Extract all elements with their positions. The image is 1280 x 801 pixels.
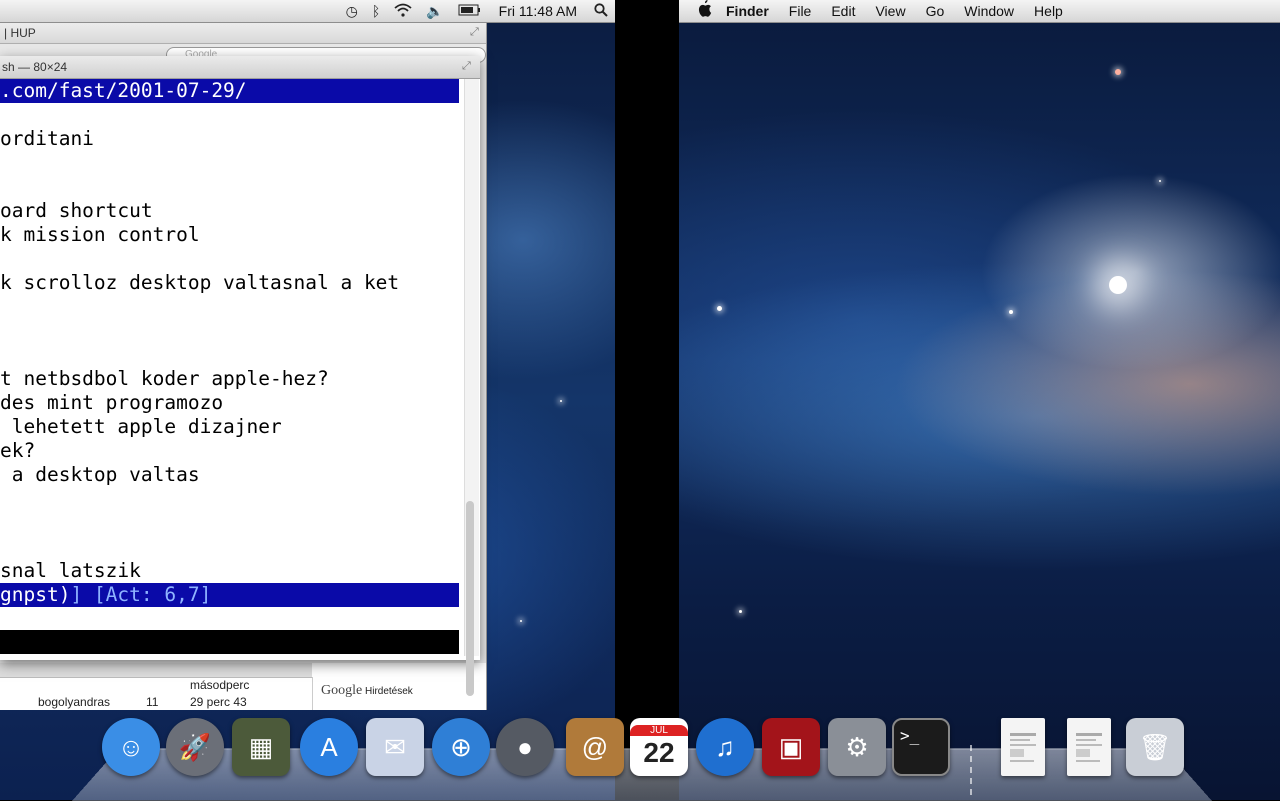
menu-go[interactable]: Go bbox=[926, 3, 945, 19]
terminal-line: ek? bbox=[0, 439, 36, 462]
star bbox=[520, 620, 522, 622]
menu-window[interactable]: Window bbox=[964, 3, 1014, 19]
display-gap bbox=[615, 0, 679, 800]
terminal-line: k mission control bbox=[0, 223, 200, 246]
star bbox=[1159, 180, 1161, 182]
row-user-link[interactable]: bogolyandras bbox=[38, 695, 110, 709]
menubar-left: ◷ ᛒ 🔈 Fri 11:48 AM bbox=[0, 0, 615, 23]
dock-photo-booth-icon[interactable]: ▣ bbox=[762, 718, 820, 776]
terminal-line: oard shortcut bbox=[0, 199, 153, 222]
row-time-2: 29 perc 43 bbox=[190, 695, 247, 709]
dock-document-1-icon[interactable] bbox=[1001, 718, 1045, 776]
dock-system-preferences-icon[interactable]: ⚙ bbox=[828, 718, 886, 776]
dock-app-store-icon[interactable]: A bbox=[300, 718, 358, 776]
star bbox=[560, 400, 562, 402]
menu-help[interactable]: Help bbox=[1034, 3, 1063, 19]
dock-trash-icon[interactable]: 🗑 bbox=[1126, 718, 1184, 776]
terminal-line: lehetett apple dizajner bbox=[0, 415, 282, 438]
fullscreen-icon[interactable]: ⤢ bbox=[470, 26, 479, 39]
terminal-line: snal latszik bbox=[0, 559, 141, 582]
dock-facetime-icon[interactable]: ● bbox=[496, 718, 554, 776]
bluetooth-icon[interactable]: ᛒ bbox=[372, 3, 380, 19]
terminal-scroll-thumb[interactable] bbox=[466, 501, 474, 696]
terminal-line: des mint programozo bbox=[0, 391, 224, 414]
menu-edit[interactable]: Edit bbox=[831, 3, 855, 19]
status-prefix: gnpst) bbox=[0, 583, 71, 606]
dock-calendar-icon[interactable]: JUL 22 bbox=[630, 718, 688, 776]
calendar-day: 22 bbox=[643, 736, 675, 768]
row-time: másodperc bbox=[190, 678, 250, 692]
status-act: ] [Act: 6,7] bbox=[70, 583, 212, 606]
terminal-line: a desktop valtas bbox=[0, 463, 200, 486]
apple-menu-icon[interactable] bbox=[697, 0, 712, 22]
dock-address-book-icon[interactable]: @ bbox=[566, 718, 624, 776]
dock-iphoto-icon[interactable]: ▦ bbox=[232, 718, 290, 776]
dock-terminal-icon[interactable]: >_ bbox=[892, 718, 950, 776]
menu-finder[interactable]: Finder bbox=[726, 3, 769, 19]
fullscreen-icon[interactable]: ⤢ bbox=[462, 60, 471, 73]
calendar-month: JUL bbox=[630, 724, 688, 736]
dock-safari-icon[interactable]: ⊕ bbox=[432, 718, 490, 776]
google-ads-box[interactable]: Google Hirdetések bbox=[312, 677, 452, 710]
star bbox=[1115, 69, 1121, 75]
menu-view[interactable]: View bbox=[875, 3, 905, 19]
desktop-wallpaper-right bbox=[679, 0, 1280, 800]
terminal-line: orditani bbox=[0, 127, 94, 150]
bright-star bbox=[1109, 276, 1127, 294]
terminal-line: t netbsdbol koder apple-hez? bbox=[0, 367, 329, 390]
browser-page-content: másodperc bogolyandras 11 29 perc 43 Goo… bbox=[0, 663, 486, 710]
row-count: 11 bbox=[146, 695, 159, 709]
terminal-status-line: gnpst)] [Act: 6,7] bbox=[0, 583, 459, 607]
dock-finder-icon[interactable]: ☺ bbox=[102, 718, 160, 776]
star bbox=[739, 610, 742, 613]
dock-mail-icon[interactable]: ✉ bbox=[366, 718, 424, 776]
terminal-window: sh — 80×24 ⤢ .com/fast/2001-07-29/ordita… bbox=[0, 56, 480, 696]
menubar-right: Finder File Edit View Go Window Help bbox=[679, 0, 1280, 23]
battery-icon[interactable] bbox=[458, 3, 482, 19]
star bbox=[1009, 310, 1013, 314]
google-ads-label: Hirdetések bbox=[365, 686, 413, 697]
terminal-input-line[interactable] bbox=[0, 630, 459, 654]
dock-launchpad-icon[interactable]: 🚀 bbox=[166, 718, 224, 776]
browser-title[interactable]: | HUP bbox=[0, 23, 486, 44]
menu-file[interactable]: File bbox=[789, 3, 812, 19]
time-machine-icon[interactable]: ◷ bbox=[346, 3, 358, 20]
menubar-clock[interactable]: Fri 11:48 AM bbox=[499, 3, 577, 19]
volume-icon[interactable]: 🔈 bbox=[426, 3, 443, 20]
terminal-line: k scrolloz desktop valtasnal a ket bbox=[0, 271, 400, 294]
google-ads-brand: Google bbox=[321, 683, 363, 698]
terminal-title[interactable]: sh — 80×24 bbox=[0, 56, 480, 79]
terminal-content[interactable]: .com/fast/2001-07-29/orditani oard shortc… bbox=[0, 79, 460, 660]
dock-itunes-icon[interactable]: ♫ bbox=[696, 718, 754, 776]
spotlight-icon[interactable] bbox=[594, 2, 608, 20]
wifi-icon[interactable] bbox=[394, 3, 412, 20]
dock-document-2-icon[interactable] bbox=[1067, 718, 1111, 776]
star bbox=[717, 306, 722, 311]
content-strip bbox=[0, 663, 312, 678]
terminal-header-line: .com/fast/2001-07-29/ bbox=[0, 79, 459, 103]
dock-separator bbox=[970, 745, 980, 795]
